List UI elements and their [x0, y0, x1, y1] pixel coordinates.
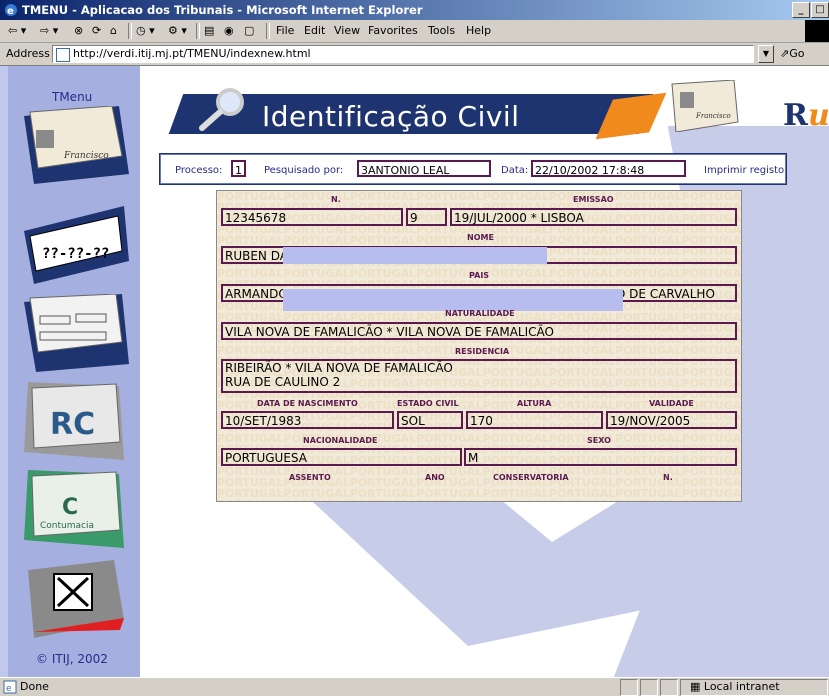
page-done-icon: e: [3, 680, 17, 694]
processo-label: Processo:: [175, 165, 223, 176]
data-label: Data:: [501, 165, 529, 176]
media-icon[interactable]: ◉: [224, 24, 234, 38]
bi-card-icon[interactable]: Francisco: [24, 106, 129, 184]
pesquisado-label: Pesquisado por:: [264, 165, 344, 176]
page-title: Identificação Civil: [262, 100, 520, 133]
menu-help[interactable]: Help: [466, 24, 491, 37]
label-conservatoria: CONSERVATORIA: [493, 473, 569, 482]
window-title-bar: e TMENU - Aplicacao dos Tribunais - Micr…: [0, 0, 829, 20]
svg-text:e: e: [7, 6, 14, 17]
status-text: Done: [20, 680, 49, 693]
menu-tools[interactable]: Tools: [428, 24, 455, 37]
print-icon[interactable]: ▤: [204, 24, 214, 38]
plate-text: ??-??-??: [42, 246, 109, 262]
label-assento: ASSENTO: [289, 473, 331, 482]
toolbar: ⇦ ▾ ⇨ ▾ ⊗ ⟳ ⌂ ◷ ▾ ⚙ ▾ ▤ ◉ ▢ File Edit Vi…: [0, 20, 829, 43]
copyright: © ITIJ, 2002: [36, 652, 108, 666]
home-icon[interactable]: ⌂: [110, 24, 117, 38]
residencia-line-1: RIBEIRÃO * VILA NOVA DE FAMALICÃO: [225, 361, 453, 375]
field-validade: 19/NOV/2005: [606, 411, 737, 429]
sidebar-title: TMenu: [52, 90, 93, 104]
label-n2: N.: [663, 473, 673, 482]
rc-icon[interactable]: RC: [24, 382, 129, 460]
svg-text:Francisco: Francisco: [63, 151, 109, 161]
print-record-link[interactable]: Imprimir registo: [704, 165, 784, 176]
menu-file[interactable]: File: [276, 24, 294, 37]
label-nome: NOME: [467, 233, 494, 242]
menu-view[interactable]: View: [334, 24, 360, 37]
license-plate-icon[interactable]: ??-??-??: [24, 206, 129, 284]
address-url: http://verdi.itij.mj.pt/TMENU/indexnew.h…: [73, 47, 311, 60]
refresh-icon[interactable]: ⟳: [92, 24, 101, 38]
tools-icon[interactable]: ⚙ ▾: [168, 24, 187, 38]
field-altura: 170: [466, 411, 603, 429]
label-naturalidade: NATURALIDADE: [445, 309, 515, 318]
label-validade: VALIDADE: [649, 399, 694, 408]
label-sexo: SEXO: [587, 436, 611, 445]
label-residencia: RESIDENCIA: [455, 347, 510, 356]
field-numero: 12345678: [221, 208, 403, 226]
address-bar: Address http://verdi.itij.mj.pt/TMENU/in…: [0, 43, 829, 66]
magnifier-icon: [199, 88, 244, 131]
label-altura: ALTURA: [517, 399, 552, 408]
label-nacionalidade: NACIONALIDADE: [303, 436, 378, 445]
sidebar: TMenu Francisco ??-??-?? RC C Contumacia…: [0, 66, 140, 677]
contumacia-text: Contumacia: [40, 521, 94, 531]
minimize-button[interactable]: _: [792, 2, 810, 18]
pesquisado-field: 3ANTONIO LEAL: [357, 160, 491, 177]
discuss-icon[interactable]: ▢: [244, 24, 254, 38]
page-content: TMenu Francisco ??-??-?? RC C Contumacia…: [0, 66, 829, 677]
data-field: 22/10/2002 17:8:48: [531, 160, 686, 177]
address-input[interactable]: http://verdi.itij.mj.pt/TMENU/indexnew.h…: [52, 45, 754, 63]
menu-favorites[interactable]: Favorites: [368, 24, 418, 37]
processo-field: 1: [231, 160, 246, 177]
property-doc-icon[interactable]: [24, 294, 129, 372]
field-emissao: 19/JUL/2000 * LISBOA: [450, 208, 737, 226]
label-emissao: EMISSAO: [573, 195, 614, 204]
field-residencia: RIBEIRÃO * VILA NOVA DE FAMALICÃO RUA DE…: [221, 359, 737, 393]
address-dropdown-icon[interactable]: ▼: [758, 45, 774, 63]
history-icon[interactable]: ◷ ▾: [136, 24, 155, 38]
svg-text:C: C: [62, 495, 78, 520]
residencia-line-2: RUA DE CAULINO 2: [225, 375, 341, 389]
redaction: [283, 247, 547, 264]
back-icon[interactable]: ⇦ ▾: [8, 24, 26, 38]
stop-icon[interactable]: ⊗: [74, 24, 83, 38]
id-card-icon: Francisco: [671, 80, 739, 132]
label-nascimento: DATA DE NASCIMENTO: [257, 399, 358, 408]
exit-icon[interactable]: [24, 560, 129, 638]
address-label: Address: [6, 47, 50, 60]
page-icon: [56, 48, 70, 62]
forward-icon[interactable]: ⇨ ▾: [40, 24, 58, 38]
field-estado-civil: SOL: [397, 411, 463, 429]
maximize-button[interactable]: □: [811, 2, 829, 18]
go-button[interactable]: ⇗Go: [780, 47, 804, 60]
field-sexo: M: [464, 448, 737, 466]
label-estado-civil: ESTADO CIVIL: [397, 399, 459, 408]
window-title: TMENU - Aplicacao dos Tribunais - Micros…: [22, 3, 423, 17]
svg-text:e: e: [6, 684, 12, 694]
menu-edit[interactable]: Edit: [304, 24, 325, 37]
field-naturalidade: VILA NOVA DE FAMALICÃO * VILA NOVA DE FA…: [221, 322, 737, 340]
windows-logo-icon: [805, 20, 829, 42]
field-digito: 9: [406, 208, 447, 226]
label-n: N.: [331, 195, 341, 204]
label-ano: ANO: [425, 473, 445, 482]
contumacia-icon[interactable]: C Contumacia: [24, 470, 129, 548]
svg-text:Francisco: Francisco: [695, 112, 731, 120]
rc-text: RC: [50, 407, 95, 442]
redaction: [283, 289, 623, 311]
process-bar: Processo: 1 Pesquisado por: 3ANTONIO LEA…: [159, 153, 787, 185]
intranet-icon: ▦: [690, 680, 704, 693]
banner-logo: Ru: [783, 98, 829, 133]
id-card: PORTUGALPORTUGALPORTUGALPORTUGALPORTUGAL…: [216, 190, 742, 502]
ie-logo-icon: e: [5, 4, 17, 17]
status-bar: e Done ▦ Local intranet: [0, 677, 829, 696]
status-zone: ▦ Local intranet: [690, 680, 780, 693]
field-nacionalidade: PORTUGUESA: [221, 448, 462, 466]
field-nascimento: 10/SET/1983: [221, 411, 394, 429]
label-pais: PAIS: [469, 271, 490, 280]
